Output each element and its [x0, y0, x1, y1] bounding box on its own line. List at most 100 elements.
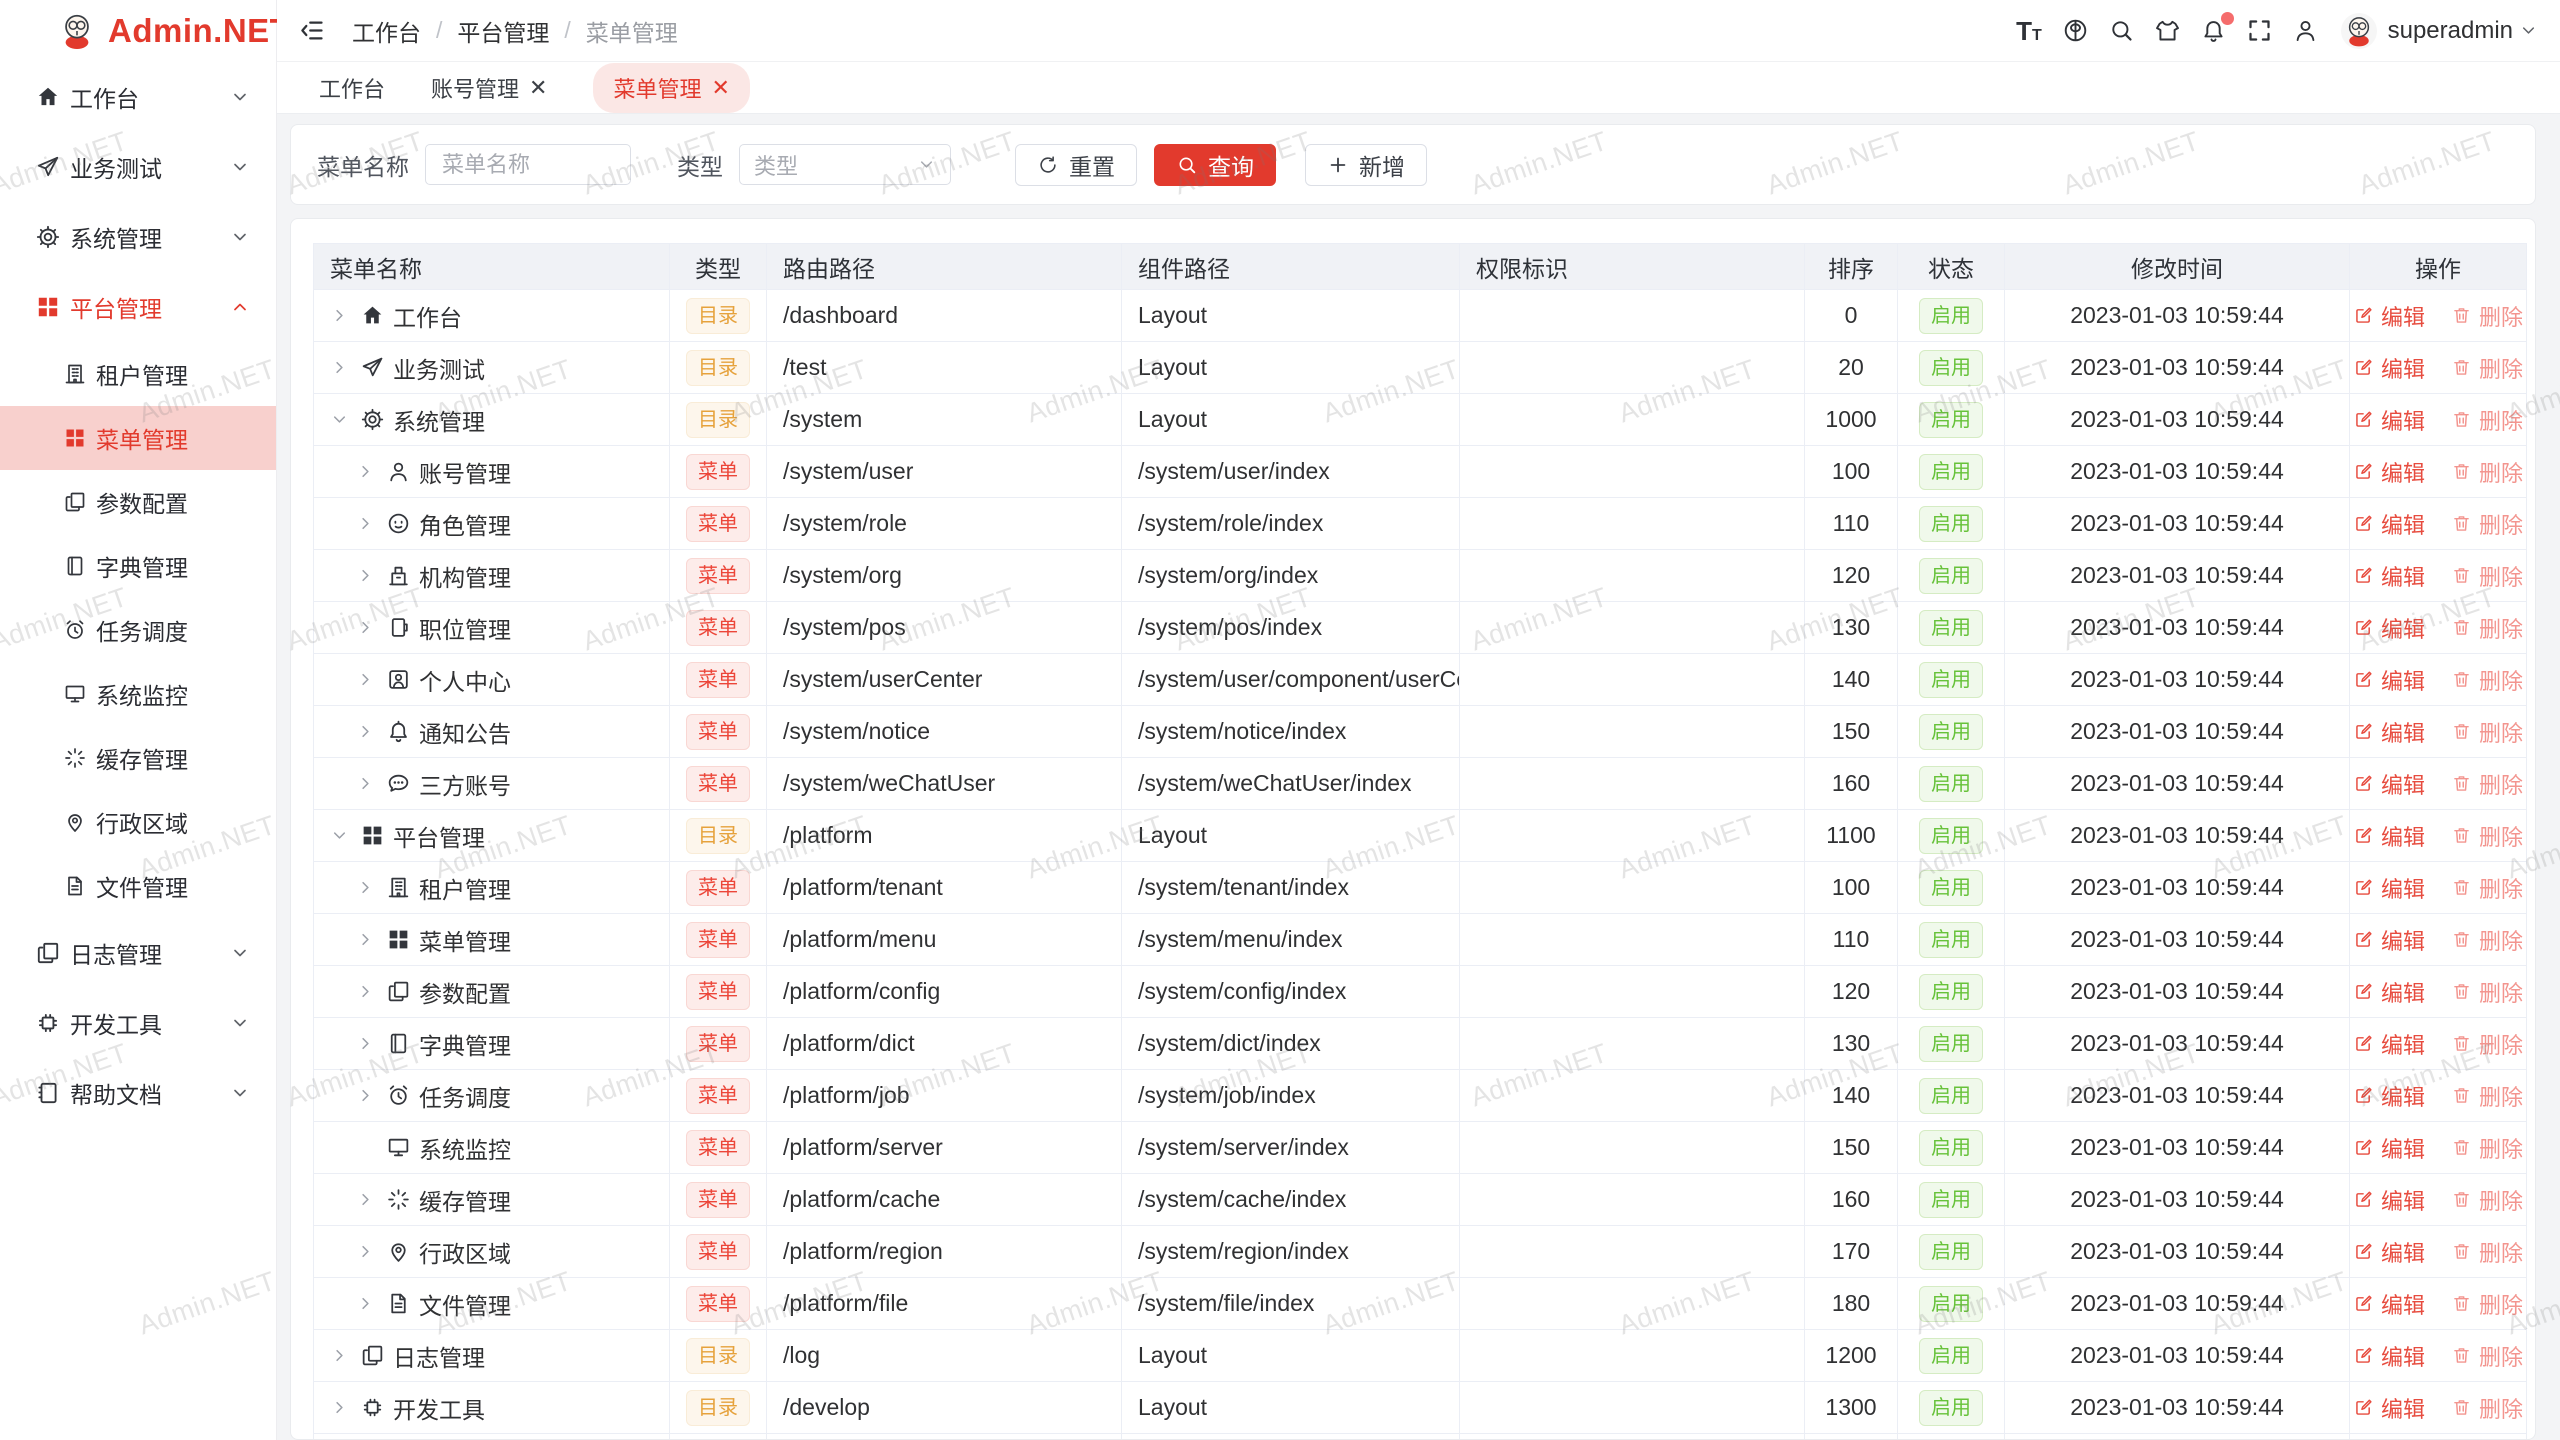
sidebar-item-copy-docs-6[interactable]: 参数配置: [0, 470, 276, 534]
delete-button[interactable]: 删除: [2451, 612, 2523, 644]
edit-button[interactable]: 编辑: [2353, 300, 2425, 332]
delete-button[interactable]: 删除: [2451, 924, 2523, 956]
sidebar-item-grid-3[interactable]: 平台管理: [0, 272, 276, 342]
sidebar-item-gear-2[interactable]: 系统管理: [0, 202, 276, 272]
expand-toggle[interactable]: [356, 774, 386, 793]
sidebar-item-send-1[interactable]: 业务测试: [0, 132, 276, 202]
tab-0[interactable]: 工作台: [319, 72, 385, 104]
collapse-sidebar-icon[interactable]: [299, 17, 326, 44]
delete-button[interactable]: 删除: [2451, 352, 2523, 384]
delete-button[interactable]: 删除: [2451, 768, 2523, 800]
delete-button[interactable]: 删除: [2451, 1236, 2523, 1268]
delete-button[interactable]: 删除: [2451, 664, 2523, 696]
breadcrumb-item[interactable]: 平台管理: [457, 14, 549, 48]
type-select[interactable]: 类型: [739, 144, 951, 185]
edit-button[interactable]: 编辑: [2353, 872, 2425, 904]
sidebar-item-chip-14[interactable]: 开发工具: [0, 988, 276, 1058]
expand-toggle[interactable]: [330, 306, 360, 325]
delete-button[interactable]: 删除: [2451, 716, 2523, 748]
sidebar-item-monitor-9[interactable]: 系统监控: [0, 662, 276, 726]
edit-button[interactable]: 编辑: [2353, 768, 2425, 800]
username[interactable]: superadmin: [2388, 17, 2513, 45]
sidebar-item-spinner-10[interactable]: 缓存管理: [0, 726, 276, 790]
edit-button[interactable]: 编辑: [2353, 560, 2425, 592]
expand-toggle[interactable]: [330, 410, 360, 429]
edit-button[interactable]: 编辑: [2353, 508, 2425, 540]
chevron-down-icon[interactable]: [2519, 21, 2538, 40]
expand-toggle[interactable]: [356, 618, 386, 637]
reset-button[interactable]: 重置: [1015, 144, 1137, 186]
expand-toggle[interactable]: [356, 1190, 386, 1209]
delete-button[interactable]: 删除: [2451, 1028, 2523, 1060]
sidebar-item-alarm-clock-8[interactable]: 任务调度: [0, 598, 276, 662]
font-size-button[interactable]: TT: [2013, 14, 2047, 48]
sidebar-item-home-0[interactable]: 工作台: [0, 62, 276, 132]
delete-button[interactable]: 删除: [2451, 1184, 2523, 1216]
language-button[interactable]: [2059, 14, 2093, 48]
delete-button[interactable]: 删除: [2451, 300, 2523, 332]
expand-toggle[interactable]: [356, 1086, 386, 1105]
delete-button[interactable]: 删除: [2451, 872, 2523, 904]
expand-toggle[interactable]: [356, 1294, 386, 1313]
close-icon[interactable]: ✕: [529, 77, 547, 99]
edit-button[interactable]: 编辑: [2353, 1288, 2425, 1320]
delete-button[interactable]: 删除: [2451, 820, 2523, 852]
expand-toggle[interactable]: [356, 878, 386, 897]
menu-name-input[interactable]: [425, 144, 631, 185]
edit-button[interactable]: 编辑: [2353, 1184, 2425, 1216]
sidebar-item-file-12[interactable]: 文件管理: [0, 854, 276, 918]
delete-button[interactable]: 删除: [2451, 1392, 2523, 1424]
edit-button[interactable]: 编辑: [2353, 1080, 2425, 1112]
delete-button[interactable]: 删除: [2451, 1288, 2523, 1320]
sidebar-item-grid-5[interactable]: 菜单管理: [0, 406, 276, 470]
edit-button[interactable]: 编辑: [2353, 924, 2425, 956]
delete-button[interactable]: 删除: [2451, 456, 2523, 488]
edit-button[interactable]: 编辑: [2353, 664, 2425, 696]
edit-button[interactable]: 编辑: [2353, 1028, 2425, 1060]
delete-button[interactable]: 删除: [2451, 1340, 2523, 1372]
expand-toggle[interactable]: [356, 1242, 386, 1261]
breadcrumb-item[interactable]: 工作台: [352, 14, 421, 48]
sidebar-item-building-4[interactable]: 租户管理: [0, 342, 276, 406]
delete-button[interactable]: 删除: [2451, 1080, 2523, 1112]
expand-toggle[interactable]: [356, 982, 386, 1001]
add-button[interactable]: 新增: [1305, 144, 1427, 186]
expand-toggle[interactable]: [356, 722, 386, 741]
edit-button[interactable]: 编辑: [2353, 1392, 2425, 1424]
edit-button[interactable]: 编辑: [2353, 976, 2425, 1008]
expand-toggle[interactable]: [356, 514, 386, 533]
edit-button[interactable]: 编辑: [2353, 404, 2425, 436]
sidebar-item-book-7[interactable]: 字典管理: [0, 534, 276, 598]
edit-button[interactable]: 编辑: [2353, 456, 2425, 488]
sidebar-item-location-pin-11[interactable]: 行政区域: [0, 790, 276, 854]
sidebar-item-notebook-15[interactable]: 帮助文档: [0, 1058, 276, 1128]
expand-toggle[interactable]: [356, 1034, 386, 1053]
search-button[interactable]: 查询: [1154, 144, 1276, 186]
edit-button[interactable]: 编辑: [2353, 1132, 2425, 1164]
delete-button[interactable]: 删除: [2451, 560, 2523, 592]
expand-toggle[interactable]: [356, 462, 386, 481]
edit-button[interactable]: 编辑: [2353, 716, 2425, 748]
fullscreen-button[interactable]: [2243, 14, 2277, 48]
theme-button[interactable]: [2151, 14, 2185, 48]
notification-button[interactable]: [2197, 14, 2231, 48]
expand-toggle[interactable]: [356, 670, 386, 689]
expand-toggle[interactable]: [356, 566, 386, 585]
close-icon[interactable]: ✕: [711, 77, 729, 99]
delete-button[interactable]: 删除: [2451, 1132, 2523, 1164]
tab-2[interactable]: 菜单管理✕: [593, 63, 749, 113]
edit-button[interactable]: 编辑: [2353, 612, 2425, 644]
expand-toggle[interactable]: [330, 1346, 360, 1365]
edit-button[interactable]: 编辑: [2353, 352, 2425, 384]
edit-button[interactable]: 编辑: [2353, 1340, 2425, 1372]
edit-button[interactable]: 编辑: [2353, 820, 2425, 852]
sidebar-item-copy-docs-13[interactable]: 日志管理: [0, 918, 276, 988]
expand-toggle[interactable]: [356, 930, 386, 949]
avatar[interactable]: [2341, 13, 2377, 49]
user-button[interactable]: [2289, 14, 2323, 48]
tab-1[interactable]: 账号管理✕: [431, 72, 547, 104]
delete-button[interactable]: 删除: [2451, 976, 2523, 1008]
search-button[interactable]: [2105, 14, 2139, 48]
delete-button[interactable]: 删除: [2451, 508, 2523, 540]
expand-toggle[interactable]: [330, 1398, 360, 1417]
